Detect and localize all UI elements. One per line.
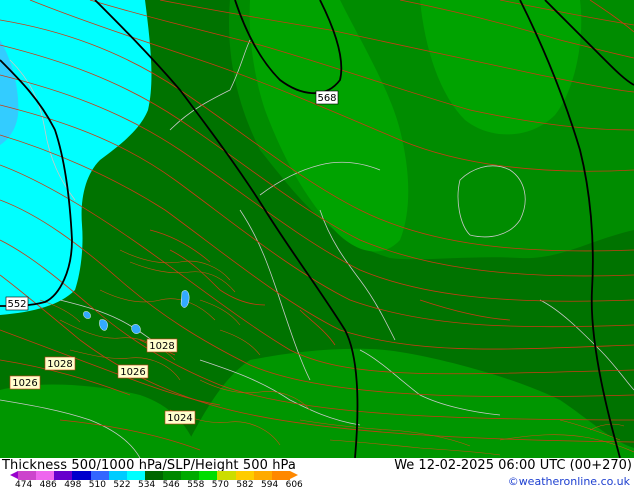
- height-label-552: 552: [7, 299, 26, 310]
- legend-tick-label: 594: [261, 480, 279, 490]
- legend-swatch: [199, 471, 218, 480]
- legend-swatch: [163, 471, 182, 480]
- slp-label-1028-b: 1028: [47, 359, 72, 370]
- legend-swatch: [54, 471, 73, 480]
- legend-tick-label: 486: [39, 480, 57, 490]
- legend-tick-label: 498: [64, 480, 82, 490]
- legend-swatch: [235, 471, 254, 480]
- legend-tick-label: 546: [162, 480, 180, 490]
- legend-tick-label: 474: [15, 480, 33, 490]
- legend-swatch: [144, 471, 163, 480]
- legend-tick-label: 582: [236, 480, 254, 490]
- slp-label-1028-a-group: 1028: [146, 338, 178, 353]
- legend-swatch: [271, 471, 290, 480]
- legend-tick-label: 522: [113, 480, 131, 490]
- height-label-568-group: 568: [315, 90, 339, 105]
- legend-swatch: [72, 471, 91, 480]
- slp-label-1024-group: 1024: [164, 410, 196, 425]
- height-label-552-group: 552: [5, 296, 29, 311]
- legend-footer: Thickness 500/1000 hPa/SLP/Height 500 hP…: [0, 458, 634, 490]
- legend-tick-label: 534: [138, 480, 156, 490]
- legend-arrow-right-icon: [290, 471, 298, 479]
- slp-label-1026-b: 1026: [12, 378, 37, 389]
- map-canvas: 568 552 1028 1028 1026 1026 1024: [0, 0, 634, 458]
- legend-color-bar: [18, 471, 290, 480]
- legend-arrow-left-icon: [10, 471, 18, 479]
- legend-swatch: [126, 471, 145, 480]
- slp-label-1026-b-group: 1026: [9, 375, 41, 390]
- legend-swatch: [253, 471, 272, 480]
- slp-label-1026-a: 1026: [120, 367, 145, 378]
- legend-tick-label: 510: [88, 480, 106, 490]
- height-label-568: 568: [317, 93, 336, 104]
- legend-swatch: [90, 471, 109, 480]
- legend-tick-label: 570: [211, 480, 229, 490]
- slp-label-1028-b-group: 1028: [44, 356, 76, 371]
- slp-label-1028-a: 1028: [149, 341, 174, 352]
- slp-label-1026-a-group: 1026: [117, 364, 149, 379]
- legend-tick-label: 558: [187, 480, 205, 490]
- credit-link[interactable]: ©weatheronline.co.uk: [508, 475, 630, 488]
- forecast-datetime: We 12-02-2025 06:00 UTC (00+270): [394, 458, 632, 473]
- legend-swatch: [18, 471, 37, 480]
- weather-map: 568 552 1028 1028 1026 1026 1024: [0, 0, 634, 458]
- legend-swatch: [36, 471, 55, 480]
- legend-swatch: [108, 471, 127, 480]
- slp-label-1024: 1024: [167, 413, 192, 424]
- legend-swatch: [217, 471, 236, 480]
- legend-tick-label: 606: [285, 480, 303, 490]
- legend-swatch: [181, 471, 200, 480]
